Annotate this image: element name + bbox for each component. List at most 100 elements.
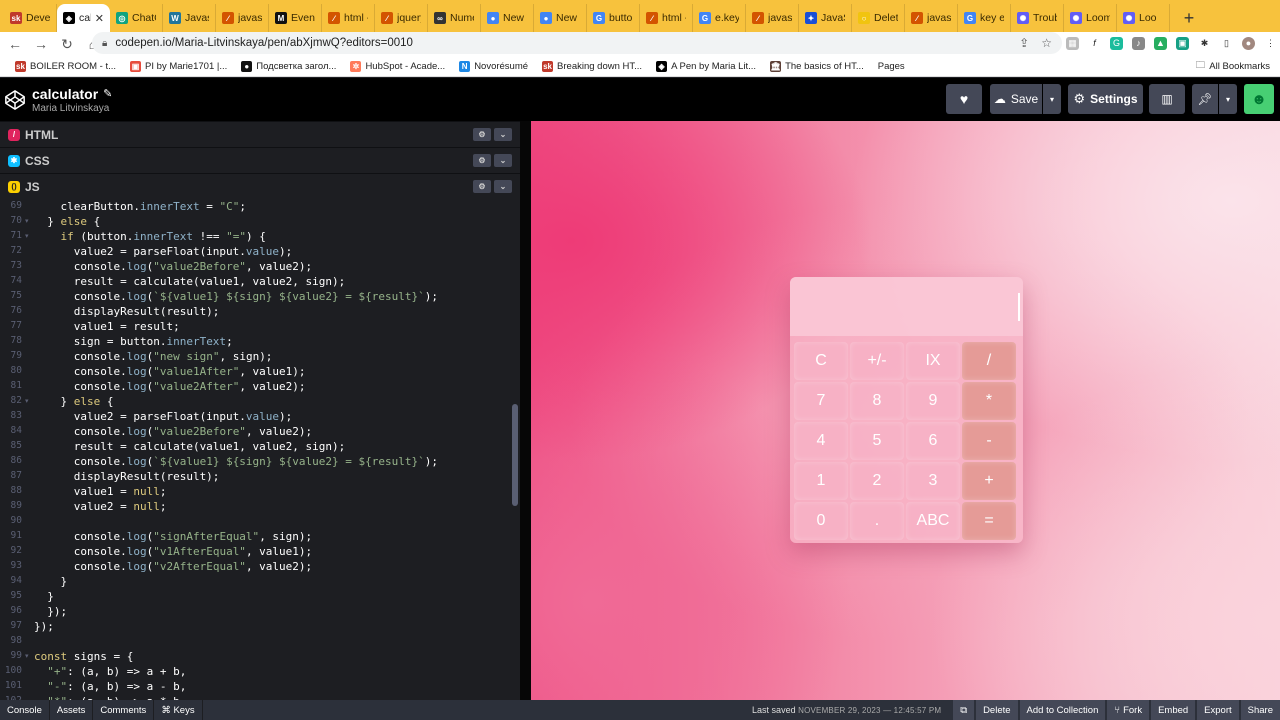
address-bar[interactable]: 🔒︎ codepen.io/Maria-Litvinskaya/pen/abXj… bbox=[92, 32, 1062, 54]
console-button[interactable]: Console bbox=[0, 700, 50, 720]
browser-tab[interactable]: ✦ JavaSc bbox=[799, 4, 852, 32]
browser-tab[interactable]: ● New Ta bbox=[534, 4, 587, 32]
save-button[interactable]: ☁ Save bbox=[990, 84, 1042, 114]
chevron-down-icon[interactable]: ⌄ bbox=[494, 154, 512, 167]
extension-icon[interactable]: ▲ bbox=[1154, 36, 1167, 50]
calc-key[interactable]: 1 bbox=[794, 462, 848, 500]
pin-button[interactable]: 📌︎ bbox=[1192, 84, 1218, 114]
browser-tab[interactable]: ✺ Loo bbox=[1117, 4, 1170, 32]
calc-key[interactable]: * bbox=[962, 382, 1016, 420]
grammarly-icon[interactable]: G bbox=[1110, 36, 1123, 50]
lock-icon[interactable]: 🔒︎ bbox=[102, 38, 107, 49]
calc-key[interactable]: +/- bbox=[850, 342, 904, 380]
extension-icon[interactable]: ▣ bbox=[1176, 36, 1189, 50]
star-icon[interactable]: ☆ bbox=[1041, 36, 1052, 50]
browser-tab[interactable]: ∕ html - bbox=[322, 4, 375, 32]
love-button[interactable]: ♥ bbox=[946, 84, 982, 114]
external-view-button[interactable]: ⧉ bbox=[953, 700, 975, 720]
calc-key[interactable]: 3 bbox=[906, 462, 960, 500]
bookmark-item[interactable]: ✲ HubSpot - Acade... bbox=[343, 60, 452, 72]
chevron-down-icon[interactable]: ⌄ bbox=[494, 128, 512, 141]
js-pane-header[interactable]: () JS ⚙ ⌄ bbox=[0, 173, 520, 199]
calc-key[interactable]: 4 bbox=[794, 422, 848, 460]
calc-key[interactable]: = bbox=[962, 502, 1016, 540]
browser-tab[interactable]: Gbutton bbox=[587, 4, 640, 32]
sidebar-icon[interactable]: ▯ bbox=[1220, 36, 1233, 50]
browser-tab[interactable]: ✺ Loom bbox=[1064, 4, 1117, 32]
calc-key[interactable]: 5 bbox=[850, 422, 904, 460]
bookmark-item[interactable]: ● Подсветка загол... bbox=[234, 60, 343, 72]
pen-author[interactable]: Maria Litvinskaya bbox=[32, 103, 112, 114]
browser-tab[interactable]: ∞ Numer bbox=[428, 4, 481, 32]
html-pane-header[interactable]: / HTML ⚙ ⌄ bbox=[0, 121, 520, 147]
close-tab-icon[interactable]: ✕ bbox=[95, 12, 104, 25]
puzzle-icon[interactable]: ✱ bbox=[1198, 36, 1211, 50]
css-pane-header[interactable]: ✱ CSS ⚙ ⌄ bbox=[0, 147, 520, 173]
calc-key[interactable]: + bbox=[962, 462, 1016, 500]
bookmark-item[interactable]: sk BOILER ROOM - t... bbox=[8, 60, 123, 72]
calc-key[interactable]: - bbox=[962, 422, 1016, 460]
browser-tab[interactable]: ◈ calc ✕ bbox=[57, 4, 110, 32]
forward-icon[interactable]: → bbox=[32, 35, 50, 53]
add-to-collection-button[interactable]: Add to Collection bbox=[1019, 700, 1106, 720]
settings-button[interactable]: ⚙ Settings bbox=[1068, 84, 1143, 114]
pane-resizer[interactable] bbox=[520, 121, 531, 700]
browser-tab[interactable]: ◎ ChatGF bbox=[110, 4, 163, 32]
calc-key[interactable]: IX bbox=[906, 342, 960, 380]
microphone-icon[interactable]: ♪ bbox=[1132, 36, 1145, 50]
browser-tab[interactable]: sk Develo bbox=[4, 4, 57, 32]
share-page-icon[interactable]: ⇪ bbox=[1019, 36, 1029, 50]
browser-tab[interactable]: M Event: bbox=[269, 4, 322, 32]
calc-key[interactable]: 2 bbox=[850, 462, 904, 500]
profile-avatar-icon[interactable]: ● bbox=[1242, 36, 1255, 50]
assets-button[interactable]: Assets bbox=[50, 700, 94, 720]
js-code-area[interactable]: 69 clearButton.innerText = "C"; 70 ▾ } els… bbox=[0, 199, 520, 700]
calc-key[interactable]: 0 bbox=[794, 502, 848, 540]
calc-key[interactable]: / bbox=[962, 342, 1016, 380]
bookmark-item[interactable]: N Novorésumé bbox=[452, 60, 535, 72]
save-dropdown-button[interactable]: ▾ bbox=[1043, 84, 1061, 114]
formula-icon[interactable]: f bbox=[1088, 36, 1101, 50]
gear-icon[interactable]: ⚙ bbox=[473, 180, 491, 193]
browser-tab[interactable]: ○ Delete bbox=[852, 4, 905, 32]
extension-icon[interactable]: ▦ bbox=[1066, 36, 1079, 50]
pin-dropdown-button[interactable]: ▾ bbox=[1219, 84, 1237, 114]
browser-tab[interactable]: ● New Ta bbox=[481, 4, 534, 32]
back-icon[interactable]: ← bbox=[6, 35, 24, 53]
delete-button[interactable]: Delete bbox=[976, 700, 1018, 720]
embed-button[interactable]: Embed bbox=[1151, 700, 1196, 720]
fold-arrow-icon[interactable]: ▾ bbox=[25, 232, 29, 240]
bookmark-item[interactable]: ▣ PI by Marie1701 |... bbox=[123, 60, 234, 72]
browser-tab[interactable]: ✺ Trouble bbox=[1011, 4, 1064, 32]
fold-arrow-icon[interactable]: ▾ bbox=[25, 397, 29, 405]
chevron-down-icon[interactable]: ⌄ bbox=[494, 180, 512, 193]
editor-scrollbar[interactable] bbox=[512, 404, 518, 506]
calc-key[interactable]: . bbox=[850, 502, 904, 540]
gear-icon[interactable]: ⚙ bbox=[473, 154, 491, 167]
calc-key[interactable]: C bbox=[794, 342, 848, 380]
gear-icon[interactable]: ⚙ bbox=[473, 128, 491, 141]
edit-pencil-icon[interactable]: ✎ bbox=[103, 87, 112, 100]
calc-key[interactable]: 7 bbox=[794, 382, 848, 420]
bookmark-item[interactable]: sk Breaking down HT... bbox=[535, 60, 649, 72]
pen-title[interactable]: calculator bbox=[32, 86, 98, 102]
browser-tab[interactable]: ∕ html - bbox=[640, 4, 693, 32]
calc-key[interactable]: 9 bbox=[906, 382, 960, 420]
browser-tab[interactable]: Ge.key = bbox=[693, 4, 746, 32]
keys-button[interactable]: ⌘ Keys bbox=[154, 700, 203, 720]
reload-icon[interactable]: ↻ bbox=[58, 35, 76, 53]
fork-button[interactable]: ⑂ Fork bbox=[1107, 700, 1150, 720]
export-button[interactable]: Export bbox=[1197, 700, 1239, 720]
browser-tab[interactable]: Gkey eve bbox=[958, 4, 1011, 32]
calc-key[interactable]: 6 bbox=[906, 422, 960, 460]
bookmark-item[interactable]: Pages bbox=[871, 61, 912, 72]
bookmark-item[interactable]: ◈ A Pen by Maria Lit... bbox=[649, 60, 763, 72]
calculator-display[interactable] bbox=[790, 277, 1023, 336]
bookmark-item[interactable]: 🏛 The basics of HT... bbox=[763, 60, 871, 72]
browser-tab[interactable]: ∕ jquery bbox=[375, 4, 428, 32]
codepen-logo-icon[interactable] bbox=[4, 89, 26, 111]
change-view-button[interactable]: ▥ bbox=[1149, 84, 1185, 114]
fold-arrow-icon[interactable]: ▾ bbox=[25, 217, 29, 225]
calc-key[interactable]: 8 bbox=[850, 382, 904, 420]
fold-arrow-icon[interactable]: ▾ bbox=[25, 652, 29, 660]
